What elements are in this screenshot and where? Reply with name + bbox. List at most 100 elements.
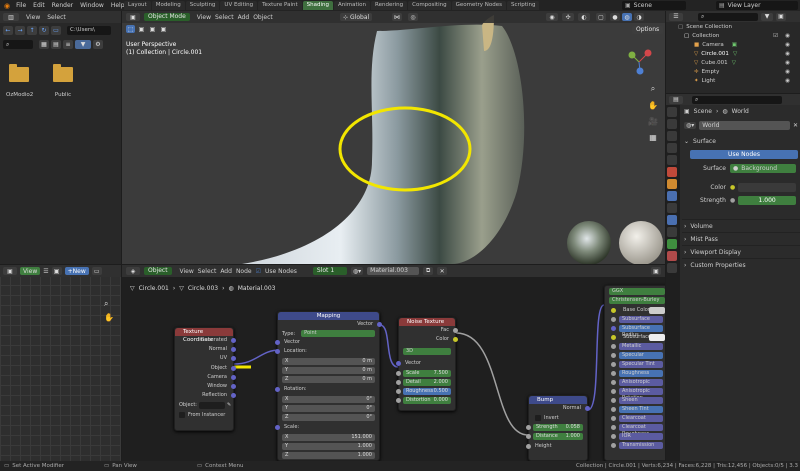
value-slider[interactable]: Roughness: [619, 370, 663, 377]
proportional-edit-icon[interactable]: ◎: [408, 13, 418, 21]
value-slider[interactable]: Subsurface Radius: [619, 325, 663, 338]
world-type-icon[interactable]: ◍▾: [684, 121, 697, 129]
color-socket-icon[interactable]: ●: [730, 184, 735, 191]
tab-modeling[interactable]: Modeling: [151, 1, 185, 10]
view-layer-selector[interactable]: ▤ View Layer: [716, 1, 798, 10]
location-y-field[interactable]: Y 0 m: [282, 367, 375, 374]
input-socket[interactable]: [526, 425, 531, 430]
output-socket[interactable]: [453, 328, 458, 333]
shading-rendered-icon[interactable]: ◑: [634, 13, 644, 21]
camera-view-icon[interactable]: 🎥: [647, 115, 659, 127]
transform-orientation-dropdown[interactable]: ⊹ Global: [340, 13, 373, 21]
tab-rendering[interactable]: Rendering: [371, 1, 408, 10]
mapping-node[interactable]: Mapping Vector Type: Point Vector Locati…: [275, 311, 382, 461]
unlink-icon[interactable]: ✕: [793, 122, 798, 129]
tab-geometry-nodes[interactable]: Geometry Nodes: [451, 1, 506, 10]
eye-icon[interactable]: ◉: [785, 78, 790, 84]
input-socket[interactable]: [526, 434, 531, 439]
file-search-field[interactable]: ⌕: [3, 39, 33, 49]
input-socket[interactable]: [275, 349, 280, 354]
value-slider[interactable]: Anisotropic Rotation: [619, 388, 663, 401]
settings-icon[interactable]: ⚙: [93, 39, 103, 49]
tab-object-icon[interactable]: [667, 179, 677, 189]
menu-render[interactable]: Render: [52, 2, 73, 9]
outliner-row[interactable]: ▽ Cube.001 ▽ ◉: [666, 58, 800, 67]
back-icon[interactable]: ←: [3, 25, 13, 35]
tab-material-icon[interactable]: [667, 251, 677, 261]
filter-icon[interactable]: ▼: [761, 12, 773, 21]
outliner-row[interactable]: ✛ Empty ◉: [666, 67, 800, 76]
editor-type-icon[interactable]: ▣: [126, 13, 140, 21]
rotation-x-field[interactable]: X 0°: [282, 396, 375, 403]
value-slider[interactable]: Specular Tint: [619, 361, 663, 368]
tab-output-icon[interactable]: [667, 131, 677, 141]
tab-sculpting[interactable]: Sculpting: [185, 1, 220, 10]
panel-viewport-display[interactable]: › Viewport Display: [682, 245, 800, 258]
properties-search-field[interactable]: ⌕: [692, 95, 782, 104]
node-header[interactable]: Bump: [529, 396, 587, 404]
overlay-icon[interactable]: ◐: [578, 13, 590, 21]
location-x-field[interactable]: X 0 m: [282, 358, 375, 365]
input-socket[interactable]: [611, 362, 616, 367]
value-slider[interactable]: Specular: [619, 352, 663, 359]
refresh-icon[interactable]: ↻: [39, 25, 49, 35]
menu-help[interactable]: Help: [111, 2, 125, 9]
surface-value-field[interactable]: ● Background: [730, 164, 796, 173]
input-socket[interactable]: [396, 371, 401, 376]
checkbox-icon[interactable]: [179, 411, 185, 418]
node-header[interactable]: Mapping: [278, 312, 379, 320]
tab-tool-icon[interactable]: [667, 107, 677, 117]
input-socket[interactable]: [611, 425, 616, 430]
filter-icon[interactable]: ▼: [75, 39, 91, 49]
tab-physics-icon[interactable]: [667, 215, 677, 225]
eyedropper-icon[interactable]: ✎: [227, 402, 231, 408]
tab-scene-icon[interactable]: [667, 155, 677, 165]
input-socket[interactable]: [611, 335, 616, 340]
output-socket[interactable]: [585, 406, 590, 411]
input-socket[interactable]: [611, 434, 616, 439]
noise-detail-field[interactable]: Detail 2.000: [396, 379, 451, 386]
use-nodes-button[interactable]: Use Nodes: [690, 150, 798, 159]
input-anisotropic[interactable]: Anisotropic: [605, 378, 665, 387]
editor-type-icon[interactable]: ▤: [669, 95, 683, 104]
open-image-icon[interactable]: ▭: [91, 267, 102, 275]
tab-texture-paint[interactable]: Texture Paint: [258, 1, 302, 10]
input-subsurface-color[interactable]: Subsurface Col: [605, 333, 665, 342]
strength-socket-icon[interactable]: ●: [730, 197, 735, 204]
invert-row[interactable]: Invert: [529, 413, 587, 422]
input-socket[interactable]: [396, 380, 401, 385]
input-socket[interactable]: [611, 380, 616, 385]
new-collection-icon[interactable]: ▣: [776, 12, 786, 21]
3d-viewport[interactable]: ▣ Object Mode View Select Add Object ⊹ G…: [122, 11, 665, 264]
snap-icon[interactable]: ⋈: [392, 13, 402, 21]
input-anisotropic-rotation[interactable]: Anisotropic Rotation: [605, 387, 665, 401]
value-slider[interactable]: Sheen Tint: [619, 406, 663, 413]
input-metallic[interactable]: Metallic: [605, 342, 665, 351]
value-slider[interactable]: Subsurface: [619, 316, 663, 323]
pan-hand-icon[interactable]: ✋: [104, 313, 114, 322]
texture-coordinate-node[interactable]: Texture Coordinate Generated Normal UV O…: [174, 327, 236, 431]
fb-menu-select[interactable]: Select: [47, 14, 66, 21]
input-specular-tint[interactable]: Specular Tint: [605, 360, 665, 369]
panel-volume[interactable]: › Volume: [682, 219, 800, 232]
view-dropdown[interactable]: View: [20, 267, 41, 275]
zoom-icon[interactable]: ⌕: [647, 83, 659, 95]
value-slider[interactable]: Metallic: [619, 343, 663, 350]
eye-icon[interactable]: ◉: [785, 69, 790, 75]
tab-render-icon[interactable]: [667, 119, 677, 129]
editor-type-icon[interactable]: ☰: [669, 12, 683, 21]
shading-material-icon[interactable]: ◍: [622, 13, 632, 21]
input-socket[interactable]: [275, 387, 280, 392]
tab-uv-editing[interactable]: UV Editing: [220, 1, 258, 10]
forward-icon[interactable]: →: [15, 25, 25, 35]
input-subsurface[interactable]: Subsurface: [605, 315, 665, 324]
value-slider[interactable]: Anisotropic: [619, 379, 663, 386]
tab-scripting[interactable]: Scripting: [507, 1, 540, 10]
vp-menu-view[interactable]: View: [197, 14, 211, 21]
surface-panel-header[interactable]: ⌄ Surface: [682, 135, 800, 147]
outliner-row[interactable]: ▽ Circle.001 ▽ ◉: [666, 49, 800, 58]
outliner-row[interactable]: ▢ Collection ☑ ◉: [666, 31, 800, 40]
output-socket[interactable]: [231, 383, 236, 389]
menu-edit[interactable]: Edit: [33, 2, 45, 9]
sort-icon[interactable]: ≡: [63, 39, 73, 49]
